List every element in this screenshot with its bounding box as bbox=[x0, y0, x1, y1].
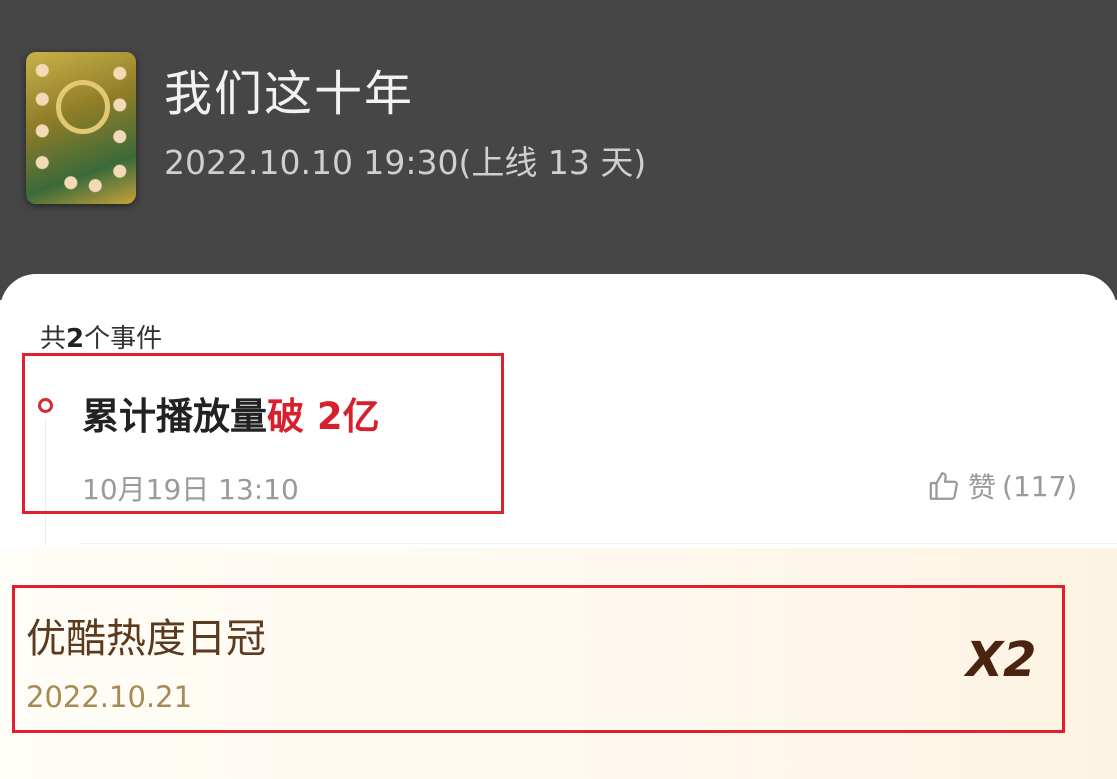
annotation-box-event bbox=[22, 353, 504, 514]
events-count-suffix: 个事件 bbox=[84, 324, 163, 354]
section-divider bbox=[80, 543, 1117, 544]
like-count: (117) bbox=[1002, 469, 1078, 503]
annotation-box-award bbox=[12, 585, 1065, 733]
poster-emblem bbox=[56, 80, 110, 134]
thumbs-up-icon bbox=[928, 469, 962, 503]
events-count-number: 2 bbox=[66, 324, 85, 354]
events-count: 共2个事件 bbox=[40, 318, 162, 355]
show-title: 我们这十年 bbox=[164, 66, 415, 122]
like-label: 赞 bbox=[968, 471, 997, 504]
show-air-info: 2022.10.10 19:30(上线 13 天) bbox=[164, 143, 647, 182]
events-count-prefix: 共 bbox=[40, 324, 67, 354]
show-poster[interactable] bbox=[26, 52, 136, 204]
like-button[interactable]: 赞 (117) bbox=[928, 468, 1077, 504]
